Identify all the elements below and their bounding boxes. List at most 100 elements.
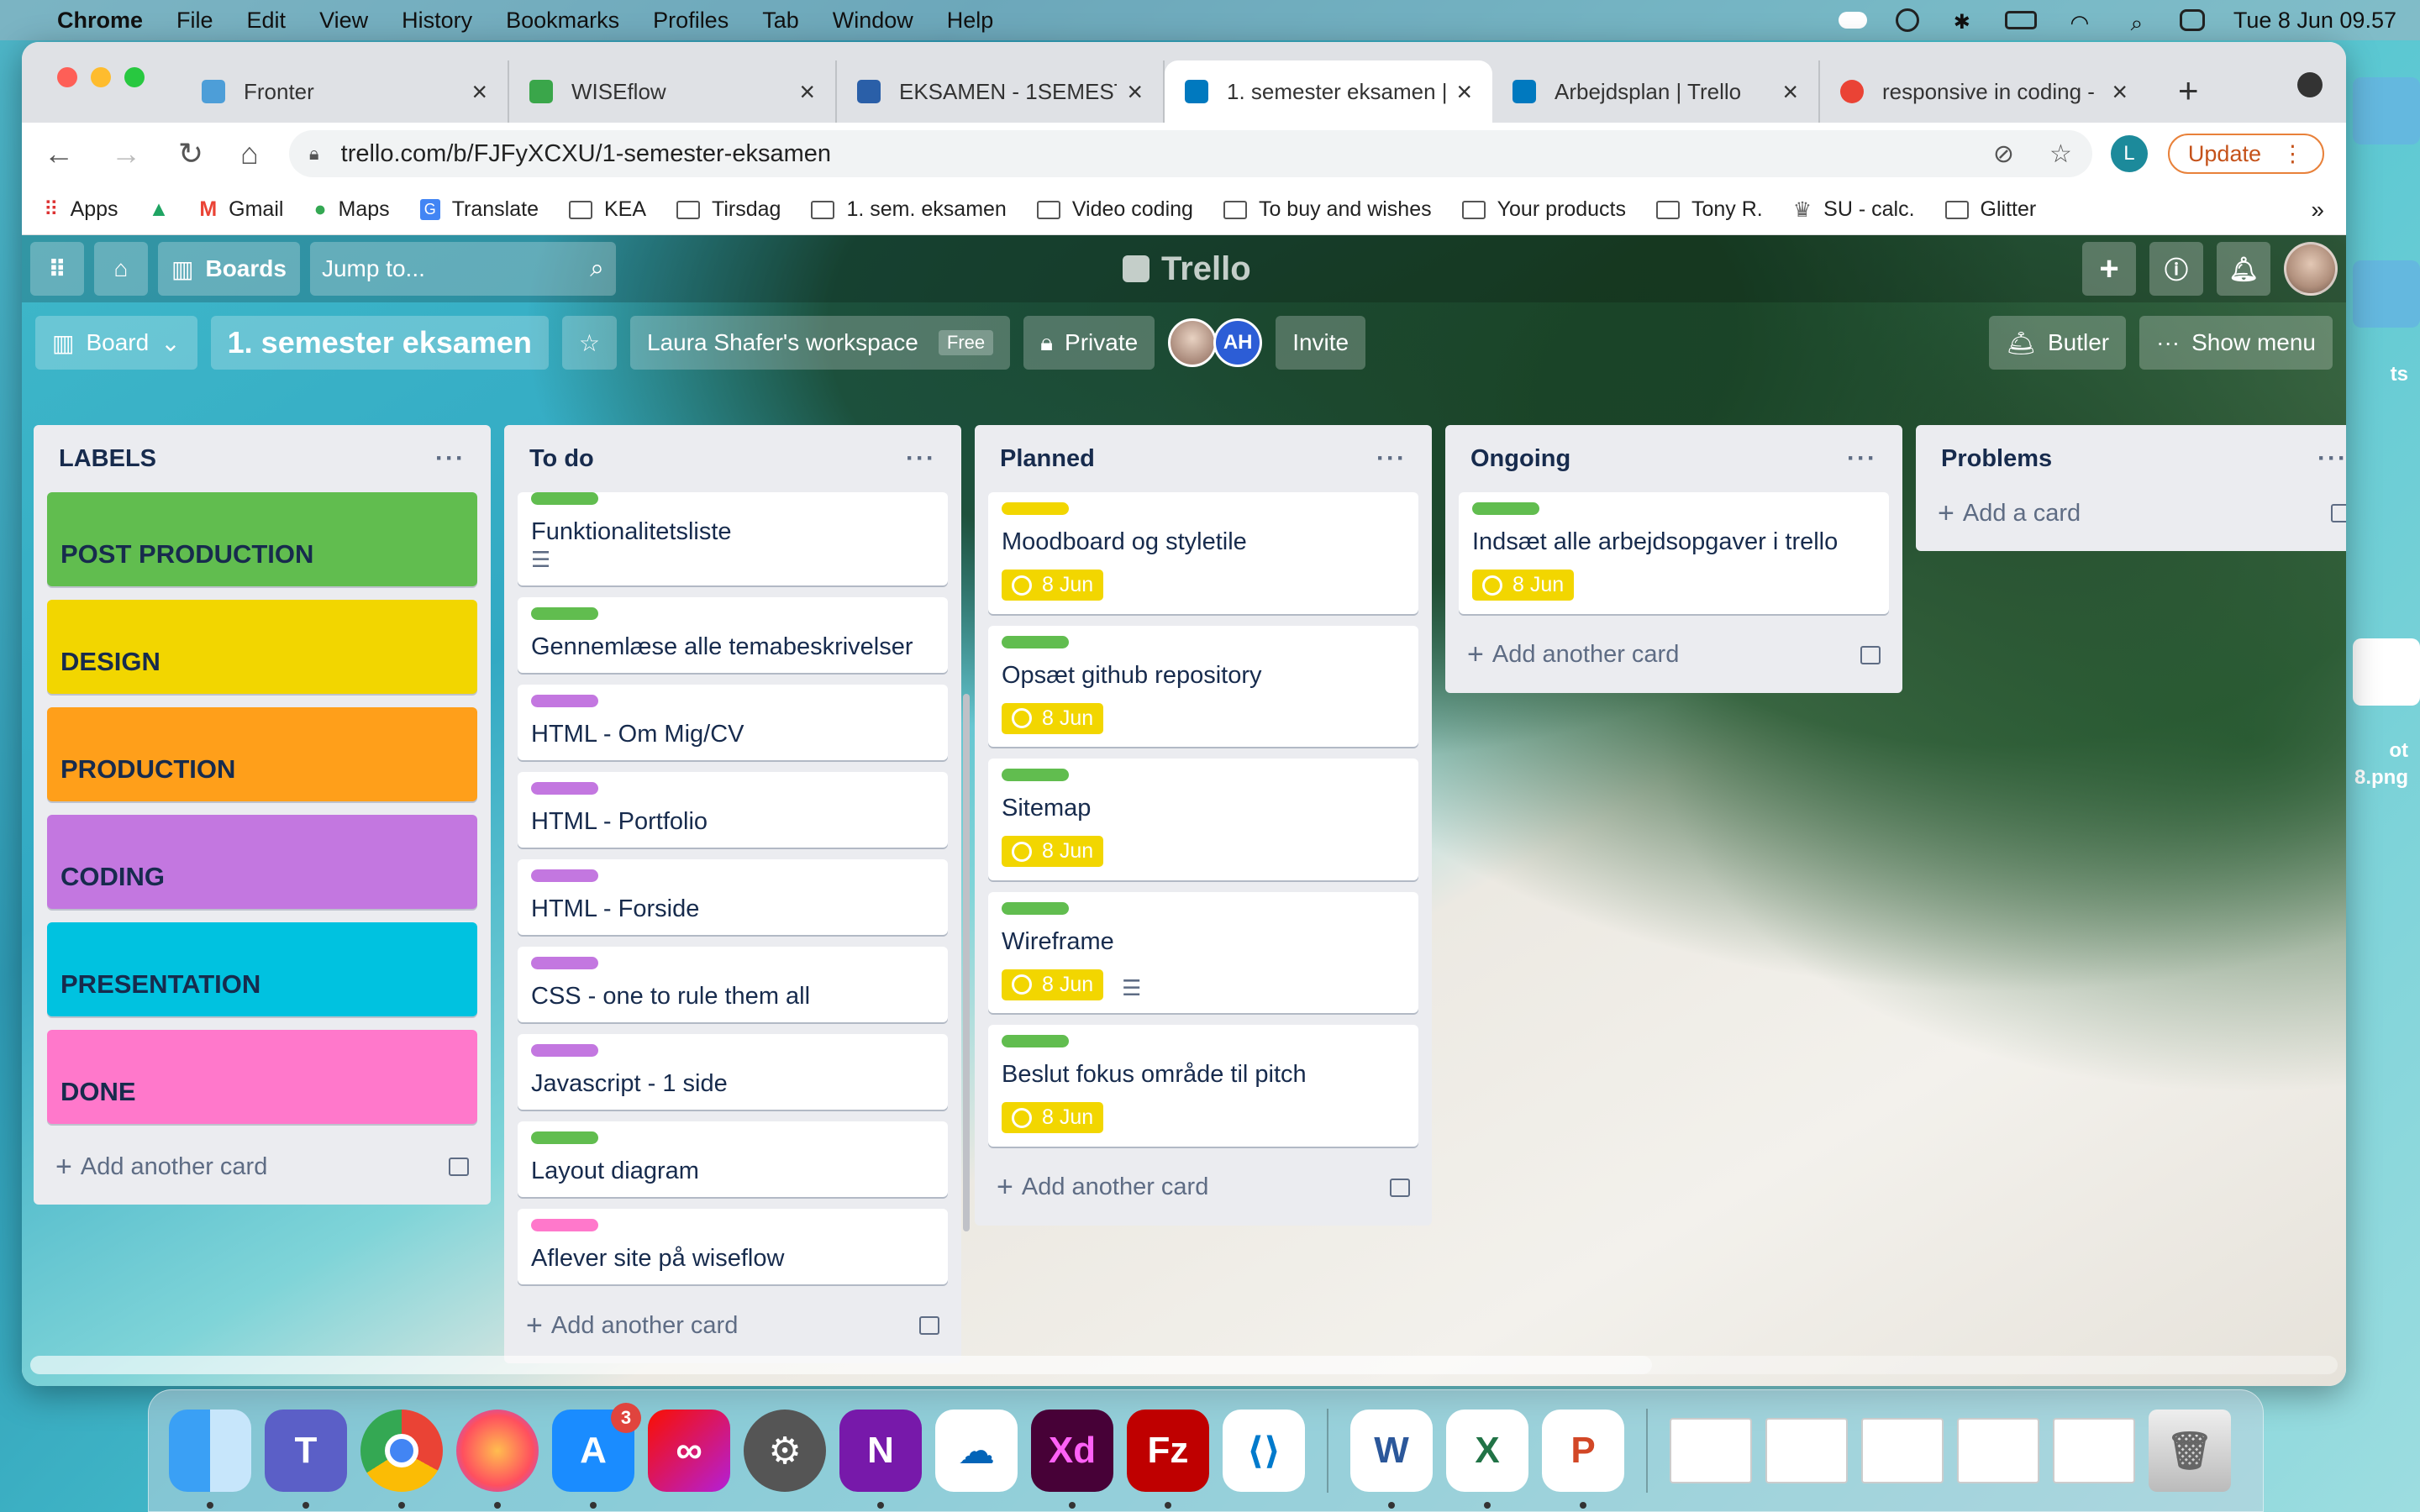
close-tab-icon[interactable]: × (1782, 76, 1798, 108)
board-horizontal-scrollbar[interactable] (30, 1356, 2338, 1374)
list-title[interactable]: To do (529, 445, 594, 473)
user-avatar[interactable] (2284, 242, 2338, 296)
close-tab-icon[interactable]: × (2112, 76, 2128, 108)
due-date-badge[interactable]: 8 Jun (1002, 836, 1104, 867)
close-tab-icon[interactable]: × (1127, 76, 1143, 108)
add-card-button[interactable]: + Add a card (1929, 484, 2346, 543)
list-menu-icon[interactable]: ··· (435, 444, 466, 473)
card[interactable]: Opsæt github repository 8 Jun (988, 625, 1418, 747)
home-icon[interactable]: ⌂ (240, 136, 259, 171)
card[interactable]: Gennemlæse alle temabeskrivelser (518, 597, 948, 673)
minimized-window-thumbnail[interactable] (1670, 1418, 1752, 1483)
member-avatar[interactable]: AH (1213, 318, 1263, 367)
spotlight-search-icon[interactable]: ⌕ (2123, 10, 2151, 35)
more-bookmarks-button[interactable]: » (2311, 197, 2324, 223)
menu-clock[interactable]: Tue 8 Jun 09.57 (2233, 8, 2396, 34)
card[interactable]: Beslut fokus område til pitch 8 Jun (988, 1025, 1418, 1147)
finder-icon[interactable] (169, 1410, 251, 1509)
browser-tab[interactable]: responsive in coding - × (1820, 60, 2148, 123)
bookmark-su-calc[interactable]: ♛ SU - calc. (1793, 197, 1915, 223)
url-text[interactable]: trello.com/b/FJFyXCXU/1-semester-eksamen (341, 140, 831, 168)
address-bar[interactable]: 🔒︎ trello.com/b/FJFyXCXU/1-semester-eksa… (288, 130, 2092, 177)
browser-tab[interactable]: Fronter × (182, 60, 509, 123)
menu-profiles[interactable]: Profiles (653, 8, 729, 34)
bookmark-folder[interactable]: 1. sem. eksamen (811, 197, 1007, 222)
vscode-icon[interactable]: ⟨⟩ (1223, 1410, 1305, 1492)
eye-off-icon[interactable]: ⊘ (1993, 139, 2014, 169)
due-date-badge[interactable]: 8 Jun (1002, 1102, 1104, 1133)
board-view-switcher[interactable]: ▥ Board ⌄ (35, 316, 197, 370)
bookmark-folder[interactable]: Tirsdag (676, 197, 781, 222)
bookmark-folder[interactable]: Tony R. (1655, 197, 1763, 222)
card[interactable]: Indsæt alle arbejdsopgaver i trello 8 Jun (1459, 492, 1889, 614)
powerpoint-icon[interactable]: P (1542, 1410, 1624, 1509)
board-title[interactable]: 1. semester eksamen (210, 316, 549, 370)
add-card-button[interactable]: + Add another card (47, 1137, 477, 1196)
card-template-icon[interactable] (449, 1158, 469, 1176)
onenote-icon[interactable]: N (839, 1410, 922, 1509)
show-menu-button[interactable]: ··· Show menu (2139, 316, 2333, 370)
bookmark-folder[interactable]: To buy and wishes (1223, 197, 1432, 222)
minimized-window-thumbnail[interactable] (1765, 1418, 1848, 1483)
bluetooth-icon[interactable]: ✱ (1948, 10, 1976, 34)
menu-edit[interactable]: Edit (247, 8, 287, 34)
zoom-window-button[interactable] (124, 67, 145, 87)
excel-icon[interactable]: X (1446, 1410, 1528, 1509)
desktop-file-icon[interactable] (2353, 638, 2420, 706)
word-icon[interactable]: W (1350, 1410, 1433, 1509)
card[interactable]: Sitemap 8 Jun (988, 759, 1418, 880)
label-card[interactable]: DONE (47, 1030, 477, 1124)
onedrive-icon[interactable]: ☁ (935, 1410, 1018, 1492)
add-card-button[interactable]: + Add another card (1459, 626, 1889, 685)
list-scrollbar[interactable] (963, 694, 970, 1231)
invite-button[interactable]: Invite (1276, 316, 1366, 370)
desktop-folder-icon[interactable] (2353, 260, 2420, 328)
due-date-badge[interactable]: 8 Jun (1002, 702, 1104, 734)
bookmark-star-icon[interactable]: ☆ (2049, 139, 2072, 169)
boards-button[interactable]: ▥ Boards (158, 242, 300, 296)
list-title[interactable]: LABELS (59, 445, 156, 473)
browser-tab[interactable]: WISEflow × (509, 60, 837, 123)
home-icon[interactable]: ⌂ (94, 242, 148, 296)
member-avatar[interactable] (1168, 318, 1218, 367)
card-template-icon[interactable] (1860, 645, 1881, 664)
notifications-bell-icon[interactable]: 🔔︎ (2217, 242, 2270, 296)
due-date-badge[interactable]: 8 Jun (1002, 969, 1104, 1000)
update-button[interactable]: Update ⋮ (2167, 134, 2324, 174)
label-card[interactable]: PRODUCTION (47, 707, 477, 801)
bookmark-drive[interactable]: ▲ (149, 197, 170, 222)
card[interactable]: HTML - Forside (518, 859, 948, 935)
card[interactable]: Funktionalitetsliste ☰ (518, 492, 948, 585)
list-menu-icon[interactable]: ··· (1376, 444, 1407, 473)
cloud-icon[interactable] (1838, 12, 1867, 29)
forward-icon[interactable]: → (111, 136, 141, 171)
menu-tab[interactable]: Tab (762, 8, 799, 34)
scrollbar-thumb[interactable] (30, 1356, 1652, 1374)
create-icon[interactable]: + (2082, 242, 2136, 296)
due-date-badge[interactable]: 8 Jun (1002, 570, 1104, 601)
card[interactable]: Javascript - 1 side (518, 1034, 948, 1110)
card-template-icon[interactable] (919, 1316, 939, 1335)
trello-logo[interactable]: Trello (1123, 244, 1251, 294)
menu-file[interactable]: File (176, 8, 213, 34)
tab-search-icon[interactable] (2297, 72, 2323, 97)
browser-tab-active[interactable]: 1. semester eksamen | × (1165, 60, 1492, 123)
butler-button[interactable]: 🛎︎ Butler (1989, 316, 2127, 370)
label-card[interactable]: CODING (47, 815, 477, 909)
list-menu-icon[interactable]: ··· (2317, 444, 2346, 473)
bookmark-translate[interactable]: G Translate (419, 197, 539, 222)
card-template-icon[interactable] (2331, 504, 2346, 522)
due-date-badge[interactable]: 8 Jun (1472, 570, 1575, 601)
card[interactable]: Layout diagram (518, 1121, 948, 1197)
menu-help[interactable]: Help (947, 8, 994, 34)
minimized-window-thumbnail[interactable] (2053, 1418, 2135, 1483)
close-tab-icon[interactable]: × (799, 76, 815, 108)
bookmark-maps[interactable]: ● Maps (313, 197, 389, 222)
chrome-icon[interactable] (360, 1410, 443, 1509)
teams-icon[interactable]: T (265, 1410, 347, 1509)
system-preferences-icon[interactable]: ⚙ (744, 1410, 826, 1492)
info-icon[interactable]: ⓘ (2149, 242, 2203, 296)
card[interactable]: Wireframe 8 Jun ☰ (988, 891, 1418, 1013)
battery-icon[interactable] (2004, 11, 2037, 29)
star-board-button[interactable]: ☆ (561, 316, 618, 370)
